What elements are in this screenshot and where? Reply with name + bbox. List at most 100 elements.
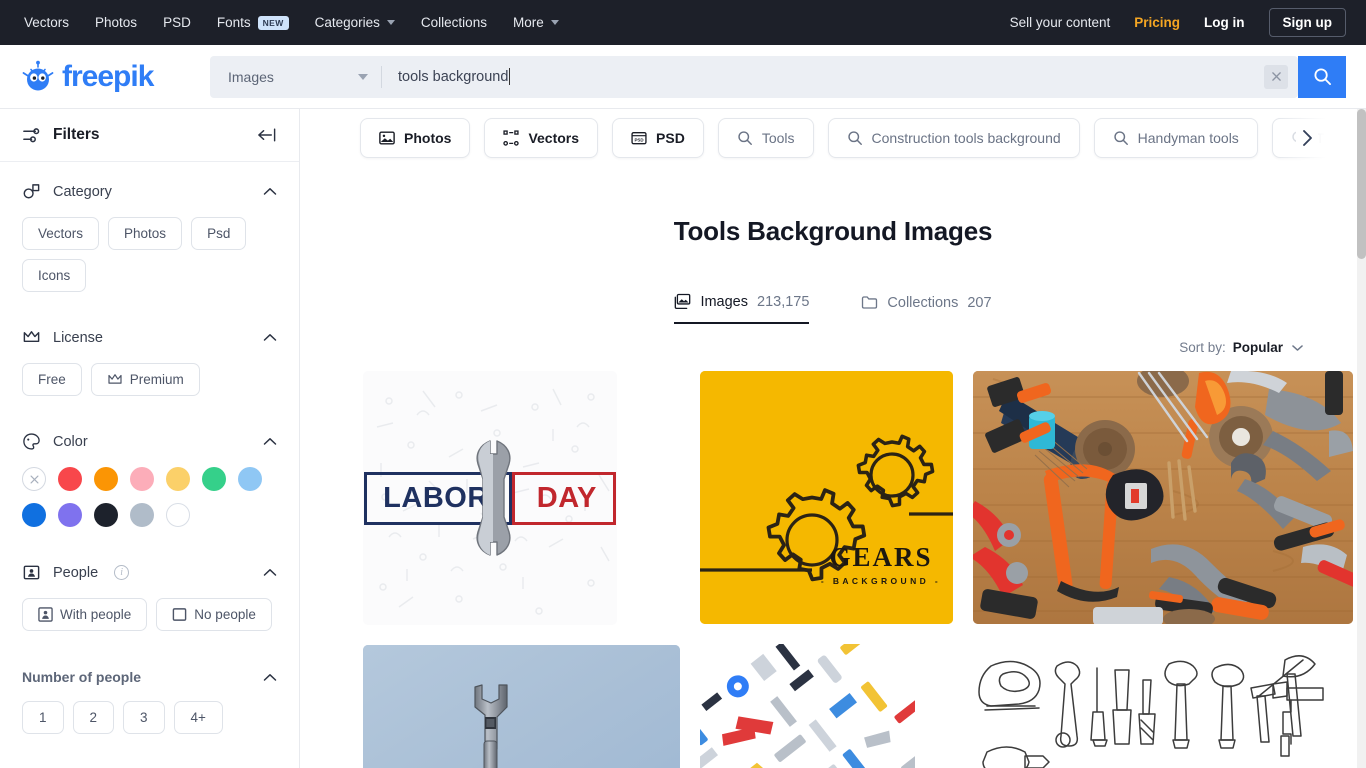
tab-collections[interactable]: Collections 207 (861, 293, 992, 324)
swatch-yellow[interactable] (166, 467, 190, 491)
chip-label: No people (194, 607, 256, 622)
swatch-purple[interactable] (58, 503, 82, 527)
asset-type-value: Images (228, 68, 274, 85)
result-card-hand-holding-wrench-blue-photo[interactable] (363, 645, 680, 768)
pricing-link[interactable]: Pricing (1134, 15, 1180, 30)
people-title: People (53, 564, 99, 581)
scroll-chips-right-button[interactable] (1296, 127, 1318, 149)
chip-category-photos[interactable]: Photos (108, 217, 183, 250)
category-section-header[interactable]: Category (22, 182, 277, 201)
chip-people-1[interactable]: 1 (22, 701, 64, 734)
swatch-blue[interactable] (22, 503, 46, 527)
chip-label: Premium (129, 372, 184, 387)
nav-item-photos[interactable]: Photos (95, 15, 137, 30)
filter-chip-tools[interactable]: Tools (717, 117, 814, 158)
asset-type-select[interactable]: Images (210, 56, 382, 98)
page-scrollbar-thumb[interactable] (1357, 109, 1366, 259)
nav-item-vectors[interactable]: Vectors (24, 15, 69, 30)
result-card-labor-day-wrench-vector[interactable]: LABOR DAY (363, 371, 617, 625)
chip-category-vectors[interactable]: Vectors (22, 217, 100, 250)
result-card-hand-drawn-tools-sketch-vector[interactable] (973, 644, 1326, 768)
clear-search-button[interactable] (1264, 64, 1288, 89)
swatch-light-blue[interactable] (238, 467, 262, 491)
chip-people-3[interactable]: 3 (123, 701, 165, 734)
psd-icon: PSD (631, 131, 647, 144)
swatch-pink[interactable] (130, 467, 154, 491)
signup-button[interactable]: Sign up (1268, 8, 1346, 37)
license-title: License (53, 329, 103, 346)
chevron-down-icon (386, 20, 395, 25)
chip-label: PSD (656, 129, 685, 146)
license-section-header[interactable]: License (22, 328, 277, 347)
nav-item-more[interactable]: More (513, 15, 559, 30)
chip-label: With people (60, 607, 132, 622)
results-column-2: GEARS - BACKGROUND - (700, 371, 953, 768)
nav-item-psd[interactable]: PSD (163, 15, 191, 30)
result-card-flat-tools-pattern-vector[interactable] (700, 644, 915, 768)
image-icon (379, 131, 395, 144)
filter-chip-handyman-tools[interactable]: Handyman tools (1093, 117, 1258, 158)
nav-item-collections[interactable]: Collections (421, 15, 487, 30)
color-swatch-list (22, 467, 272, 527)
search-input[interactable]: tools background (382, 56, 1264, 98)
filter-chip-photos[interactable]: Photos (360, 117, 471, 158)
crown-icon (108, 374, 122, 384)
swatch-gray[interactable] (130, 503, 154, 527)
filter-chip-psd[interactable]: PSD PSD (612, 117, 704, 158)
sort-value[interactable]: Popular (1233, 340, 1283, 355)
nav-item-categories[interactable]: Categories (315, 15, 395, 30)
login-link[interactable]: Log in (1204, 15, 1245, 30)
chip-people-2[interactable]: 2 (72, 701, 115, 734)
collapse-left-icon (258, 128, 276, 142)
chip-category-icons[interactable]: Icons (22, 259, 87, 292)
hand-drawn-tools-sketch (973, 644, 1326, 768)
freepik-robot-icon (22, 60, 54, 90)
results-content: Tools Background Images Images 213,175 C… (300, 216, 1366, 768)
search-icon (847, 130, 862, 145)
swatch-black[interactable] (94, 503, 118, 527)
vector-nodes-icon (503, 129, 520, 146)
close-icon (1271, 72, 1281, 81)
chip-license-premium[interactable]: Premium (90, 363, 200, 396)
page-scrollbar-track[interactable] (1357, 109, 1366, 768)
color-title: Color (53, 433, 88, 450)
people-section-header[interactable]: People i (22, 563, 277, 582)
swatch-red[interactable] (58, 467, 82, 491)
info-icon[interactable]: i (114, 565, 130, 580)
chevron-down-icon[interactable] (1292, 344, 1303, 352)
result-card-assorted-tools-on-wood-photo[interactable] (973, 371, 1353, 624)
search-query-text: tools background (398, 68, 509, 85)
filters-header: Filters (0, 109, 299, 162)
nav-item-fonts[interactable]: Fonts NEW (217, 15, 289, 30)
filter-chip-vectors[interactable]: Vectors (484, 117, 599, 158)
swatch-white[interactable] (166, 503, 190, 527)
crown-icon (23, 331, 40, 343)
chip-with-people[interactable]: With people (22, 598, 148, 631)
freepik-logo[interactable]: freepik (20, 60, 182, 94)
filter-chip-construction-tools-background[interactable]: Construction tools background (827, 117, 1080, 158)
swatch-orange[interactable] (94, 467, 118, 491)
sliders-icon (23, 127, 40, 142)
images-icon (675, 293, 691, 310)
color-section-header[interactable]: Color (22, 432, 277, 451)
search-submit-button[interactable] (1298, 55, 1346, 98)
chevron-right-icon (1302, 130, 1312, 146)
chevron-up-icon (263, 673, 277, 681)
result-tabs: Images 213,175 Collections 207 (363, 293, 1303, 324)
swatch-none[interactable] (22, 467, 46, 491)
number-of-people-header[interactable]: Number of people (22, 669, 277, 685)
chip-license-free[interactable]: Free (22, 363, 82, 396)
swatch-green[interactable] (202, 467, 226, 491)
result-card-gears-background-yellow[interactable]: GEARS - BACKGROUND - (700, 371, 953, 624)
shapes-icon (23, 184, 40, 199)
category-title: Category (53, 183, 112, 200)
sell-your-content-link[interactable]: Sell your content (1010, 15, 1111, 30)
tab-images[interactable]: Images 213,175 (674, 293, 810, 324)
license-title-group: License (22, 328, 103, 347)
chip-category-psd[interactable]: Psd (191, 217, 247, 250)
chip-people-4plus[interactable]: 4+ (173, 701, 223, 734)
filter-section-license: License Free Premium (0, 292, 299, 396)
collapse-sidebar-button[interactable] (256, 127, 277, 143)
chip-no-people[interactable]: No people (156, 598, 272, 631)
top-navigation-bar: Vectors Photos PSD Fonts NEW Categories … (0, 0, 1366, 45)
